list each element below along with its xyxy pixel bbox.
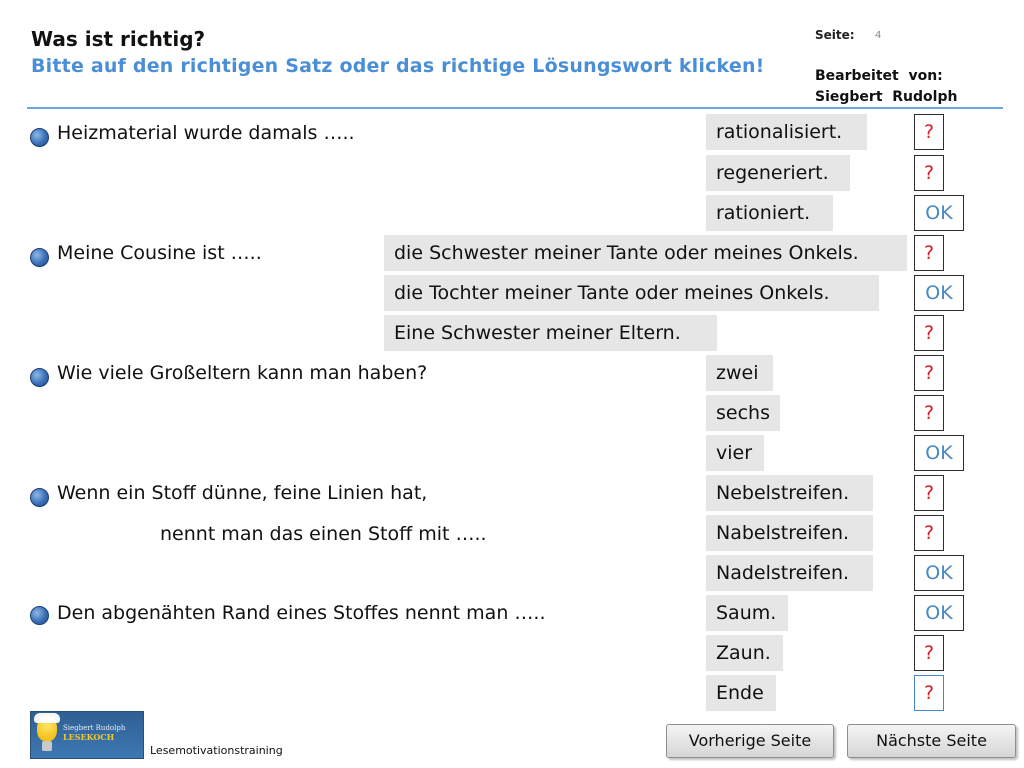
feedback-4-2[interactable]: ? xyxy=(914,515,944,551)
logo-text: Siegbert Rudolph LESEKOCH xyxy=(63,724,125,742)
feedback-1-2[interactable]: ? xyxy=(914,155,944,191)
feedback-2-1[interactable]: ? xyxy=(914,235,944,271)
answer-5-2[interactable]: Zaun. xyxy=(706,635,783,671)
question-2-text: Meine Cousine ist ….. xyxy=(57,242,262,264)
instruction-text: Bitte auf den richtigen Satz oder das ri… xyxy=(31,55,765,77)
question-4-text-line2: nennt man das einen Stoff mit ….. xyxy=(160,523,487,545)
answer-3-3[interactable]: vier xyxy=(706,435,764,471)
next-page-button[interactable]: Nächste Seite xyxy=(847,724,1016,758)
answer-4-2[interactable]: Nabelstreifen. xyxy=(706,515,873,551)
feedback-3-3[interactable]: OK xyxy=(914,435,964,471)
question-5-text: Den abgenähten Rand eines Stoffes nennt … xyxy=(57,602,546,624)
chef-hat-icon xyxy=(34,713,60,723)
author-name: Siegbert Rudolph xyxy=(815,89,958,105)
page-title: Was ist richtig? xyxy=(31,27,206,51)
answer-1-3[interactable]: rationiert. xyxy=(706,195,833,231)
question-bullet-icon xyxy=(30,248,49,267)
previous-page-button[interactable]: Vorherige Seite xyxy=(666,724,834,758)
answer-1-2[interactable]: regeneriert. xyxy=(706,155,850,191)
question-1-text: Heizmaterial wurde damals ….. xyxy=(57,122,355,144)
feedback-1-3[interactable]: OK xyxy=(914,195,964,231)
bulb-base-icon xyxy=(42,741,52,751)
question-bullet-icon xyxy=(30,368,49,387)
question-bullet-icon xyxy=(30,606,49,625)
feedback-3-2[interactable]: ? xyxy=(914,395,944,431)
answer-4-1[interactable]: Nebelstreifen. xyxy=(706,475,873,511)
logo-line2: LESEKOCH xyxy=(63,732,115,742)
feedback-3-1[interactable]: ? xyxy=(914,355,944,391)
answer-3-1[interactable]: zwei xyxy=(706,355,773,391)
author-label: Bearbeitet von: xyxy=(815,68,943,84)
page-label: Seite: xyxy=(815,28,855,42)
author-info: Bearbeitet von: Siegbert Rudolph xyxy=(815,66,957,108)
answer-5-3[interactable]: Ende xyxy=(706,675,776,711)
answer-2-2[interactable]: die Tochter meiner Tante oder meines Onk… xyxy=(384,275,879,311)
question-4-text: Wenn ein Stoff dünne, feine Linien hat, xyxy=(57,482,428,504)
lesekoch-logo: Siegbert Rudolph LESEKOCH xyxy=(30,711,144,759)
answer-2-1[interactable]: die Schwester meiner Tante oder meines O… xyxy=(384,235,907,271)
feedback-2-3[interactable]: ? xyxy=(914,315,944,351)
page-number: 4 xyxy=(875,30,882,41)
answer-1-1[interactable]: rationalisiert. xyxy=(706,114,867,150)
footer-label: Lesemotivationstraining xyxy=(150,744,283,757)
feedback-4-1[interactable]: ? xyxy=(914,475,944,511)
feedback-5-1[interactable]: OK xyxy=(914,595,964,631)
feedback-4-3[interactable]: OK xyxy=(914,555,964,591)
feedback-5-2[interactable]: ? xyxy=(914,635,944,671)
answer-4-3[interactable]: Nadelstreifen. xyxy=(706,555,873,591)
answer-2-3[interactable]: Eine Schwester meiner Eltern. xyxy=(384,315,717,351)
question-bullet-icon xyxy=(30,488,49,507)
question-bullet-icon xyxy=(30,128,49,147)
question-3-text: Wie viele Großeltern kann man haben? xyxy=(57,362,428,384)
feedback-5-3[interactable]: ? xyxy=(914,675,944,711)
header-divider xyxy=(27,107,1003,109)
feedback-1-1[interactable]: ? xyxy=(914,114,944,150)
answer-3-2[interactable]: sechs xyxy=(706,395,780,431)
feedback-2-2[interactable]: OK xyxy=(914,275,964,311)
answer-5-1[interactable]: Saum. xyxy=(706,595,788,631)
